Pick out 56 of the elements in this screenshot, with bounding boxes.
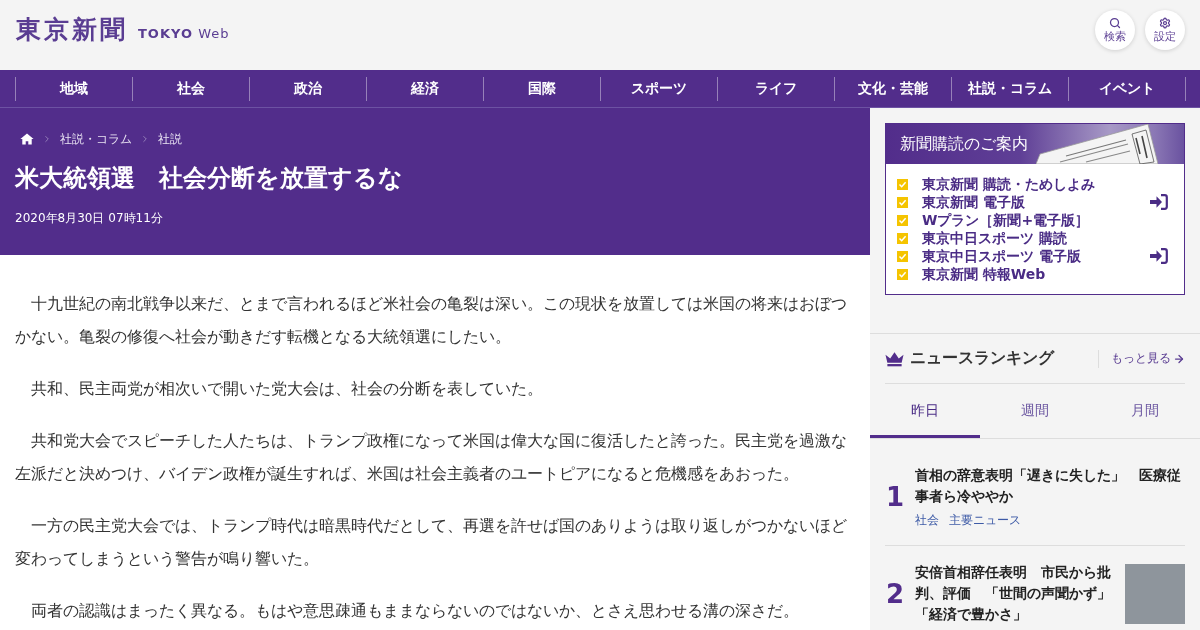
article-paragraph: 一方の民主党大会では、トランプ時代は暗黒時代だとして、再選を許せば国のありようは取り返しがつかないほど変わってしまうという警告が鳴り響いた。 — [15, 515, 848, 570]
check-icon — [897, 232, 908, 244]
search-button[interactable]: 検索 — [1095, 10, 1135, 50]
check-icon — [897, 196, 908, 208]
subscription-link[interactable]: 東京新聞 特報Web — [922, 265, 1168, 283]
nav-link[interactable]: 地域 — [14, 76, 132, 101]
article-paragraph: 十九世紀の南北戦争以来だ、とまで言われるほど米社会の亀裂は深い。この現状を放置しては米国の将来はおぼつかない。亀裂の修復へ社会が動きだす転機となる大統領選にしたい。 — [15, 293, 848, 348]
ranking-headline[interactable]: 首相の辞意表明「遅きに失した」 医療従事者ら冷ややか — [915, 465, 1185, 507]
nav-link[interactable]: イベント — [1067, 76, 1185, 101]
nav-link[interactable]: ライフ — [716, 76, 834, 101]
subscription-link[interactable]: 東京中日スポーツ 購読 — [922, 229, 1168, 247]
check-icon — [897, 178, 908, 190]
category-link[interactable]: 社会 — [915, 511, 939, 529]
rank-number: 2 — [885, 578, 905, 609]
check-icon — [897, 250, 908, 262]
article-title: 米大統領選 社会分断を放置するな — [15, 163, 404, 194]
nav-link[interactable]: 社説・コラム — [950, 76, 1068, 101]
article-paragraph: 両者の認識はまったく異なる。もはや意思疎通もままならないのではないか、とさえ思わせる溝の深さだ。 — [30, 600, 800, 622]
arrow-icon — [1173, 352, 1185, 365]
nav-link[interactable]: 経済 — [365, 76, 483, 101]
nav-link[interactable]: スポーツ — [599, 76, 717, 101]
search-icon — [1109, 17, 1121, 29]
login-icon[interactable] — [1150, 194, 1168, 210]
subscription-link[interactable]: 東京新聞 電子版 — [922, 193, 1136, 211]
category-link[interactable]: 主要ニュース — [949, 511, 1021, 529]
settings-icon — [1159, 17, 1171, 29]
subscription-link[interactable]: Wプラン［新聞+電子版］ — [922, 211, 1168, 229]
subscription-link[interactable]: 東京新聞 購読・ためしよみ — [922, 175, 1168, 193]
ranking-title: ニュースランキング — [910, 348, 1056, 369]
ranking-tab[interactable]: 週間 — [980, 384, 1090, 438]
check-icon — [897, 268, 908, 280]
subscription-link[interactable]: 東京中日スポーツ 電子版 — [922, 247, 1136, 265]
chevron-icon — [42, 134, 52, 144]
subscription-title: 新聞購読のご案内 — [900, 133, 1028, 155]
nav-link[interactable]: 政治 — [248, 76, 366, 101]
login-icon[interactable] — [1150, 248, 1168, 264]
nav-link[interactable]: 文化・芸能 — [833, 76, 951, 101]
check-icon — [897, 214, 908, 226]
rank-number: 1 — [885, 482, 905, 512]
crown-icon — [885, 350, 904, 367]
more-link[interactable]: もっと見る — [1111, 350, 1185, 367]
ranking-tab[interactable]: 昨日 — [870, 384, 980, 438]
article-paragraph: 共和党大会でスピーチした人たちは、トランプ政権になって米国は偉大な国に復活したと誇った。民主党を過激な左派だと決めつけ、バイデン政権が誕生すれば、米国は社会主義者のユートピアになると危機感をあおった。 — [15, 430, 848, 485]
breadcrumb-link[interactable]: 社説 — [158, 131, 182, 147]
home-icon — [20, 133, 34, 145]
settings-button[interactable]: 設定 — [1145, 10, 1185, 50]
ranking-headline[interactable]: 安倍首相辞任表明 市民から批判、評価 「世間の声聞かず」「経済で豊かさ」 — [915, 562, 1115, 625]
article-paragraph: 共和、民主両党が相次いで開いた党大会は、社会の分断を表していた。 — [30, 378, 544, 400]
logo-tagline[interactable]: TOKYO Web — [138, 26, 230, 41]
nav-link[interactable]: 国際 — [482, 76, 600, 101]
article-date: 2020年8月30日 07時11分 — [15, 210, 164, 226]
breadcrumb-link[interactable]: 社説・コラム — [60, 131, 132, 147]
ranking-tab[interactable]: 月間 — [1090, 384, 1200, 438]
logo-wordmark[interactable]: 東京新聞 — [16, 15, 128, 45]
nav-link[interactable]: 社会 — [131, 76, 249, 101]
chevron-icon — [140, 134, 150, 144]
